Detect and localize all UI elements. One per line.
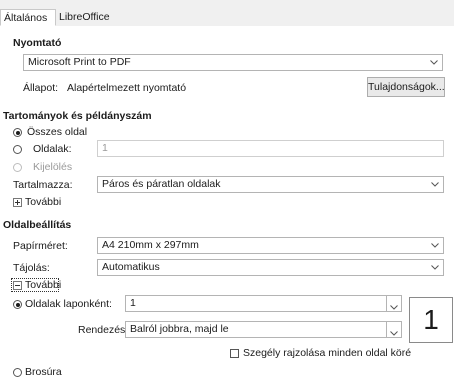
paper-size-select[interactable]: A4 210mm x 297mm	[97, 237, 444, 254]
brochure-label[interactable]: Brosúra	[25, 366, 62, 378]
include-label: Tartalmazza:	[13, 179, 73, 191]
tab-libreoffice-writer[interactable]: LibreOffice Writer	[56, 9, 142, 39]
chevron-down-icon	[390, 327, 398, 339]
pages-per-sheet-radio[interactable]	[13, 300, 22, 309]
tab-bar: Általános LibreOffice Writer	[0, 0, 454, 39]
range-heading: Tartományok és példányszám	[3, 110, 152, 122]
printer-select-value: Microsoft Print to PDF	[28, 56, 131, 68]
orientation-label: Tájolás:	[13, 262, 50, 274]
draw-border-label[interactable]: Szegély rajzolása minden oldal köré	[243, 347, 411, 359]
general-panel: Nyomtató Microsoft Print to PDF Állapot:…	[0, 26, 454, 378]
page-setup-more-label[interactable]: További	[25, 279, 61, 291]
chevron-down-icon	[390, 301, 398, 313]
order-select[interactable]: Balról jobbra, majd le	[125, 321, 391, 338]
chevron-down-icon	[427, 260, 443, 275]
all-pages-label[interactable]: Összes oldal	[27, 126, 87, 138]
tab-general[interactable]: Általános	[0, 9, 56, 26]
printer-status-label: Állapot:	[23, 82, 59, 94]
collapse-minus-icon[interactable]	[13, 281, 22, 290]
pages-input[interactable]: 1	[97, 140, 444, 157]
chevron-down-icon	[426, 55, 442, 70]
pages-per-sheet-label[interactable]: Oldalak laponként:	[25, 298, 112, 310]
chevron-down-icon	[427, 238, 443, 253]
order-value: Balról jobbra, majd le	[130, 323, 229, 335]
all-pages-radio[interactable]	[13, 128, 22, 137]
properties-button[interactable]: Tulajdonságok...	[367, 77, 445, 97]
page-preview: 1	[409, 297, 453, 343]
orientation-value: Automatikus	[102, 261, 160, 273]
pages-per-sheet-value: 1	[130, 297, 136, 309]
pages-per-sheet-dropdown[interactable]	[386, 295, 402, 312]
chevron-down-icon	[427, 177, 443, 192]
include-select-value: Páros és páratlan oldalak	[102, 178, 221, 190]
pages-radio[interactable]	[13, 145, 22, 154]
selection-label[interactable]: Kijelölés	[33, 161, 72, 173]
include-select[interactable]: Páros és páratlan oldalak	[97, 176, 444, 193]
pages-per-sheet-select[interactable]: 1	[125, 295, 391, 312]
paper-size-label: Papírméret:	[13, 240, 68, 252]
expand-plus-icon[interactable]	[13, 198, 22, 207]
printer-status-value: Alapértelmezett nyomtató	[67, 82, 187, 94]
printer-heading: Nyomtató	[13, 37, 62, 49]
orientation-select[interactable]: Automatikus	[97, 259, 444, 276]
printer-select[interactable]: Microsoft Print to PDF	[23, 54, 443, 71]
page-setup-heading: Oldalbeállítás	[3, 219, 72, 231]
pages-label[interactable]: Oldalak:	[33, 143, 72, 155]
order-dropdown[interactable]	[386, 321, 402, 338]
draw-border-checkbox[interactable]	[230, 349, 239, 358]
range-more-label[interactable]: További	[25, 196, 61, 208]
selection-radio[interactable]	[13, 163, 22, 172]
paper-size-value: A4 210mm x 297mm	[102, 239, 199, 251]
order-label: Rendezés:	[78, 324, 129, 336]
